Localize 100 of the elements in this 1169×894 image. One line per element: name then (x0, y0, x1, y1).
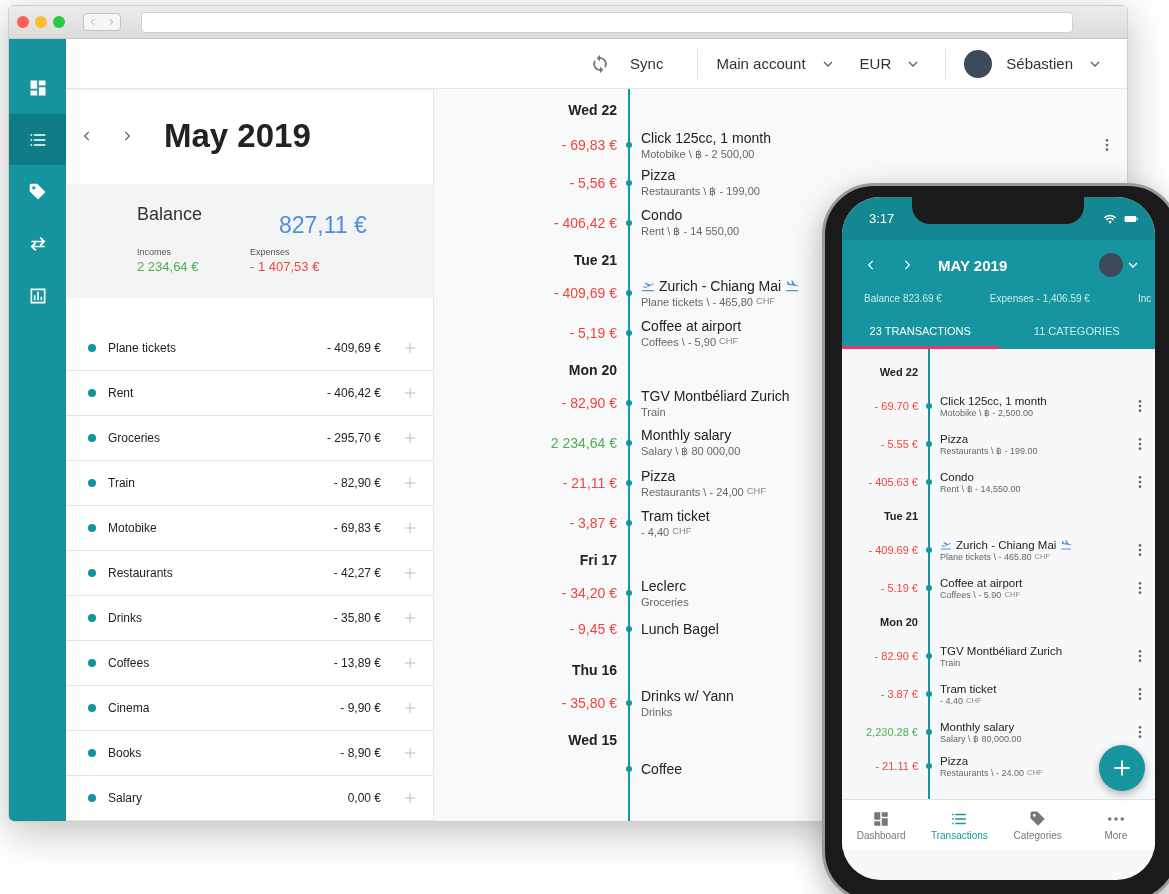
user-dropdown[interactable]: Sébastien (1006, 55, 1103, 72)
category-row[interactable]: Books - 8,90 € (66, 731, 433, 776)
transaction-row[interactable]: - 5.55 € Pizza Restaurants \ ฿ - 199.00 (842, 425, 1155, 463)
transaction-title: Pizza (940, 432, 969, 445)
category-name: Train (108, 476, 136, 490)
category-dot (88, 344, 96, 352)
transaction-amount: - 82,90 € (560, 394, 617, 411)
category-row[interactable]: Plane tickets - 409,69 € (66, 326, 433, 371)
transaction-title: Pizza (641, 467, 676, 484)
transaction-title: TGV Montbéliard Zurich (940, 644, 1063, 657)
category-row[interactable]: Salary 0,00 € (66, 776, 433, 821)
transaction-row[interactable]: - 409,69 € Zurich - Chiang Mai Plane tickets \ - 465,80 CHF (434, 275, 800, 315)
transaction-amount: - 9,45 € (568, 621, 617, 637)
sync-button[interactable]: Sync (630, 55, 664, 72)
transaction-detail: Groceries (641, 595, 689, 608)
transaction-amount: - 34,20 € (560, 584, 617, 601)
currency-dropdown[interactable]: EUR (859, 55, 922, 72)
nav-item[interactable]: Dashboard (842, 800, 921, 850)
timeline-dot (926, 403, 932, 409)
transaction-row[interactable]: - 405.63 € Condo Rent \ ฿ - 14,550.00 (842, 463, 1155, 501)
incomes-amount: 2 234,64 € (137, 259, 200, 274)
category-amount: - 406,42 € (326, 386, 381, 400)
nav-item[interactable]: Transactions (920, 800, 999, 850)
category-amount: - 295,70 € (326, 431, 381, 445)
timeline-dot (626, 766, 632, 772)
transaction-row[interactable]: - 3,87 € Tram ticket - 4,40 CHF (434, 505, 710, 545)
category-row[interactable]: Drinks - 35,80 € (66, 596, 433, 641)
category-name: Cinema (108, 701, 151, 715)
date-heading: Thu 16 (570, 662, 617, 678)
transaction-row[interactable]: Coffee (434, 755, 682, 795)
transaction-row[interactable]: 2 234,64 € Monthly salary Salary \ ฿ 80 000,00 (434, 425, 741, 465)
transaction-title: Click 125cc, 1 month (641, 129, 771, 146)
transaction-row[interactable]: - 21,11 € Pizza Restaurants \ - 24,00 CHF (434, 465, 766, 505)
summary-text: Inc (1137, 293, 1152, 304)
status-time: 3:17 (869, 211, 895, 226)
transaction-amount: 2,230.28 € (865, 726, 918, 738)
transaction-detail: Drinks (641, 705, 673, 718)
transaction-detail: - 4,40 (641, 525, 670, 538)
transaction-amount: - 21.11 € (874, 760, 918, 773)
category-amount: - 409,69 € (326, 341, 381, 355)
avatar[interactable] (964, 49, 993, 78)
timeline-dot (626, 329, 632, 336)
transaction-detail: Train (641, 405, 666, 418)
category-row[interactable]: Rent - 406,42 € (66, 371, 433, 416)
transaction-row[interactable]: - 5,19 € Coffee at airport Coffees \ - 5,90 CHF (434, 315, 742, 355)
category-amount: - 42,27 € (333, 566, 381, 580)
transaction-detail: Rent \ ฿ - 14,550.00 (940, 483, 1021, 494)
timeline-dot (926, 653, 932, 659)
category-row[interactable]: Coffees - 13,89 € (66, 641, 433, 686)
category-name: Groceries (108, 431, 161, 445)
timeline-dot (626, 289, 632, 296)
transaction-row[interactable]: - 82.90 € TGV Montbéliard Zurich Train (842, 637, 1155, 675)
timeline-dot (926, 585, 932, 591)
transaction-detail: Motobike \ ฿ - 2 500,00 (641, 147, 755, 161)
category-row[interactable]: Cinema - 9,90 € (66, 686, 433, 731)
transaction-amount: - 3.87 € (879, 688, 918, 700)
transaction-row[interactable]: - 5,56 € Pizza Restaurants \ ฿ - 199,00 (434, 165, 760, 205)
transaction-detail: - 4.40 (940, 695, 963, 706)
transaction-title: Zurich - Chiang Mai (659, 277, 782, 294)
transaction-row[interactable]: - 82,90 € TGV Montbéliard Zurich Train (434, 385, 790, 425)
transaction-row[interactable]: 2,230.28 € Monthly salary Salary \ ฿ 80,000.00 (842, 713, 1155, 751)
nav-item[interactable]: Categories (998, 800, 1077, 850)
date-heading: Wed 22 (878, 366, 918, 378)
nav-item[interactable]: More (1076, 800, 1155, 850)
category-dot (88, 389, 96, 397)
category-row[interactable]: Groceries - 295,70 € (66, 416, 433, 461)
transaction-title: Coffee at airport (641, 317, 742, 334)
transaction-row[interactable]: - 69.70 € Click 125cc, 1 month Motobike \ ฿ - 2,500.00 (842, 387, 1155, 425)
category-row[interactable]: Train - 82,90 € (66, 461, 433, 506)
transaction-row[interactable]: - 34,20 € Leclerc Groceries (434, 575, 689, 615)
transaction-detail: Coffees \ - 5,90 (641, 335, 716, 348)
sidebar-item[interactable] (9, 114, 66, 165)
category-row[interactable]: Motobike - 69,83 € (66, 506, 433, 551)
transaction-detail: Plane tickets \ - 465.80 (940, 551, 1032, 562)
category-amount: - 8,90 € (340, 746, 381, 760)
transaction-row[interactable]: - 9,45 € Lunch Bagel (434, 615, 719, 655)
date-heading: Wed 15 (567, 732, 617, 748)
transaction-row[interactable]: - 406,42 € Condo Rent \ ฿ - 14 550,00 (434, 205, 740, 245)
category-row[interactable]: Restaurants - 42,27 € (66, 551, 433, 596)
date-heading: Mon 20 (567, 362, 617, 378)
category-name: Rent (108, 386, 135, 400)
timeline-dot (926, 441, 932, 447)
account-dropdown[interactable]: Main account (716, 55, 836, 72)
transaction-detail: Motobike \ ฿ - 2,500.00 (940, 407, 1034, 418)
transaction-amount: - 5.55 € (879, 438, 918, 450)
timeline-dot (926, 691, 932, 697)
close-button[interactable] (17, 16, 29, 28)
transaction-amount: - 82.90 € (873, 650, 918, 662)
timeline-dot (626, 699, 632, 706)
month-title: May 2019 (164, 117, 311, 156)
zoom-button[interactable] (53, 16, 65, 28)
transaction-row[interactable]: - 69,83 € Click 125cc, 1 month Motobike \ ฿ - 2 500,00 (434, 125, 1127, 165)
category-dot (88, 749, 96, 757)
transaction-row[interactable]: - 35,80 € Drinks w/ Yann Drinks (434, 685, 734, 725)
transaction-amount: - 69,83 € (560, 137, 617, 153)
plus-icon (1112, 758, 1132, 778)
timeline-dot (626, 142, 632, 148)
transaction-title: Condo (641, 207, 683, 224)
category-dot (88, 704, 96, 712)
transaction-amount: 2 234,64 € (549, 434, 617, 451)
